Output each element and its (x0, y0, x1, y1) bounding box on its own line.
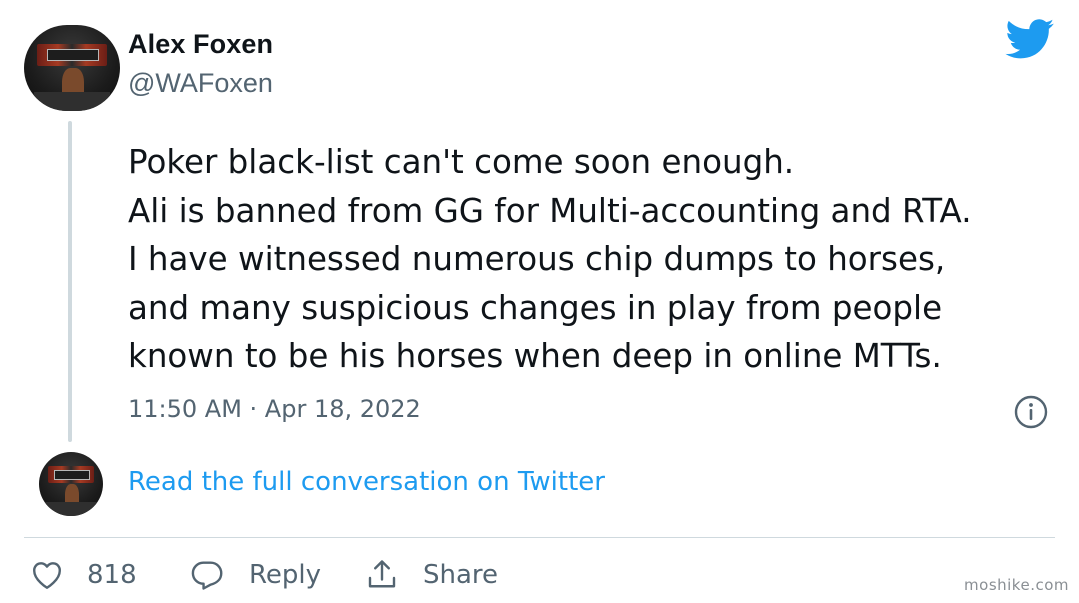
avatar-banner-sign (54, 469, 90, 480)
reply-label: Reply (249, 560, 322, 590)
like-count: 818 (87, 560, 137, 590)
twitter-bird-icon[interactable] (1005, 19, 1055, 60)
tweet-line: Poker black-list can't come soon enough. (128, 143, 795, 181)
tweet-text: Poker black-list can't come soon enough.… (128, 138, 1068, 381)
heart-icon (33, 562, 61, 589)
avatar-table (33, 92, 111, 111)
author-name[interactable]: Alex Foxen (128, 29, 273, 60)
tweet-line: known to be his horses when deep in onli… (128, 337, 942, 375)
share-upload-icon (368, 560, 396, 588)
share-label: Share (423, 560, 499, 590)
info-icon[interactable] (1013, 394, 1049, 430)
watermark: moshike.com (964, 576, 1069, 594)
reply-button[interactable]: Reply (189, 553, 321, 597)
viewer-avatar[interactable] (39, 452, 103, 516)
avatar-banner-sign (47, 49, 99, 62)
speech-bubble-icon (191, 561, 223, 590)
read-conversation-link[interactable]: Read the full conversation on Twitter (128, 467, 605, 497)
share-button[interactable]: Share (364, 553, 498, 597)
like-button[interactable]: 818 (29, 553, 137, 597)
author-handle[interactable]: @WAFoxen (128, 68, 273, 99)
author-avatar[interactable] (24, 25, 120, 111)
thread-line (68, 121, 72, 442)
tweet-line: Ali is banned from GG for Multi-accounti… (128, 191, 972, 230)
tweet-line: I have witnessed numerous chip dumps to … (128, 240, 946, 278)
tweet-embed-card: Alex Foxen @WAFoxen Poker black-list can… (0, 0, 1079, 603)
avatar-table (45, 501, 97, 516)
divider (24, 537, 1055, 538)
tweet-timestamp[interactable]: 11:50 AM · Apr 18, 2022 (128, 395, 421, 423)
tweet-line: and many suspicious changes in play from… (128, 288, 943, 327)
